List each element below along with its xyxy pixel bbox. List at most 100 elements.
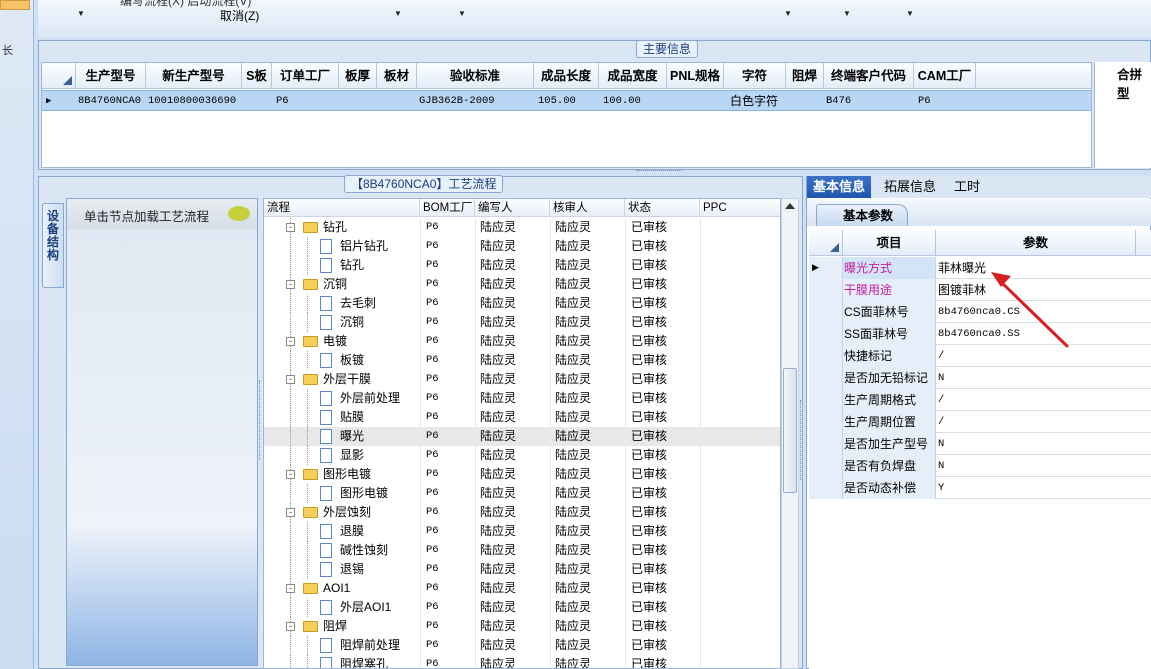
tree-row[interactable]: 贴膜 P6 陆应灵 陆应灵 已审核 — [264, 408, 780, 427]
row-header[interactable] — [809, 301, 843, 323]
column-header[interactable]: 项目 — [843, 230, 936, 256]
column-header[interactable]: 订单工厂 — [272, 63, 339, 89]
column-header[interactable]: 终端客户代码 — [824, 63, 914, 89]
row-header[interactable] — [809, 323, 843, 345]
table-cell[interactable]: P6 — [274, 91, 289, 111]
collapse-icon[interactable]: - — [286, 280, 295, 289]
tab-extended-info[interactable]: 拓展信息 — [878, 176, 942, 198]
cancel-button[interactable]: 取消(Z) — [220, 7, 259, 24]
table-cell[interactable] — [242, 91, 244, 111]
tree-row[interactable]: 去毛刺 P6 陆应灵 陆应灵 已审核 — [264, 294, 780, 313]
tree-row[interactable]: 铝片钻孔 P6 陆应灵 陆应灵 已审核 — [264, 237, 780, 256]
column-header[interactable]: 板材 — [377, 63, 417, 89]
param-row[interactable]: ▶ 曝光方式 菲林曝光 — [809, 257, 1151, 279]
tree-row[interactable]: 阻焊塞孔 P6 陆应灵 陆应灵 已审核 — [264, 655, 780, 668]
row-header[interactable] — [809, 433, 843, 455]
tab-work-hours[interactable]: 工时 — [948, 176, 986, 198]
dropdown-arrow-icon[interactable]: ▼ — [784, 9, 792, 18]
row-header[interactable] — [809, 367, 843, 389]
dropdown-arrow-icon[interactable]: ▼ — [394, 9, 402, 18]
tree-row[interactable]: - 钻孔 P6 陆应灵 陆应灵 已审核 — [264, 218, 780, 237]
tree-row[interactable]: 退锡 P6 陆应灵 陆应灵 已审核 — [264, 560, 780, 579]
param-value[interactable]: N — [936, 433, 1136, 455]
row-header[interactable] — [809, 477, 843, 499]
column-header[interactable]: 成品宽度 — [599, 63, 667, 89]
table-cell[interactable]: P6 — [916, 91, 931, 111]
dropdown-arrow-icon[interactable]: ▼ — [77, 9, 85, 18]
tree-row[interactable]: - 图形电镀 P6 陆应灵 陆应灵 已审核 — [264, 465, 780, 484]
row-header[interactable] — [809, 345, 843, 367]
column-header[interactable]: PPC — [700, 199, 780, 217]
collapse-icon[interactable]: - — [286, 508, 295, 517]
column-header[interactable]: 参数 — [936, 230, 1136, 256]
column-header[interactable]: 核审人 — [550, 199, 625, 217]
tree-row[interactable]: 退膜 P6 陆应灵 陆应灵 已审核 — [264, 522, 780, 541]
row-header[interactable] — [809, 411, 843, 433]
tree-row[interactable]: 阻焊前处理 P6 陆应灵 陆应灵 已审核 — [264, 636, 780, 655]
row-header[interactable] — [809, 389, 843, 411]
collapse-icon[interactable]: - — [286, 337, 295, 346]
table-cell[interactable] — [667, 91, 669, 111]
column-header[interactable]: 阻焊 — [786, 63, 824, 89]
tree-row[interactable]: 曝光 P6 陆应灵 陆应灵 已审核 — [264, 427, 780, 446]
table-cell[interactable]: GJB362B-2009 — [417, 91, 495, 111]
table-cell[interactable] — [786, 91, 788, 111]
tree-row[interactable]: 外层AOI1 P6 陆应灵 陆应灵 已审核 — [264, 598, 780, 617]
param-value[interactable]: / — [936, 411, 1136, 433]
tree-row[interactable]: 钻孔 P6 陆应灵 陆应灵 已审核 — [264, 256, 780, 275]
column-header[interactable]: 状态 — [625, 199, 700, 217]
tree-row[interactable]: 碱性蚀刻 P6 陆应灵 陆应灵 已审核 — [264, 541, 780, 560]
scrollbar-thumb[interactable] — [783, 368, 797, 493]
collapse-icon[interactable]: - — [286, 470, 295, 479]
column-header[interactable]: PNL规格 — [667, 63, 724, 89]
table-cell[interactable]: 10010800036690 — [146, 91, 236, 111]
param-row[interactable]: 是否有负焊盘 N — [809, 455, 1151, 477]
collapse-icon[interactable]: - — [286, 223, 295, 232]
table-cell[interactable]: 白色字符 — [728, 91, 778, 111]
dropdown-arrow-icon[interactable]: ▼ — [906, 9, 914, 18]
table-cell[interactable] — [377, 91, 379, 111]
param-row[interactable]: 生产周期格式 / — [809, 389, 1151, 411]
table-cell[interactable]: B476 — [824, 91, 851, 111]
tree-row[interactable]: - AOI1 P6 陆应灵 陆应灵 已审核 — [264, 579, 780, 598]
column-header[interactable]: CAM工厂 — [914, 63, 976, 89]
tree-row[interactable]: - 阻焊 P6 陆应灵 陆应灵 已审核 — [264, 617, 780, 636]
tree-row[interactable]: - 外层干膜 P6 陆应灵 陆应灵 已审核 — [264, 370, 780, 389]
param-row[interactable]: 干膜用途 图镀菲林 — [809, 279, 1151, 301]
row-header[interactable] — [809, 455, 843, 477]
dropdown-arrow-icon[interactable]: ▼ — [458, 9, 466, 18]
tree-row[interactable]: - 电镀 P6 陆应灵 陆应灵 已审核 — [264, 332, 780, 351]
tree-row[interactable]: 板镀 P6 陆应灵 陆应灵 已审核 — [264, 351, 780, 370]
tab-basic-info[interactable]: 基本信息 — [807, 176, 872, 198]
row-header[interactable] — [809, 279, 843, 301]
tree-row[interactable]: - 沉铜 P6 陆应灵 陆应灵 已审核 — [264, 275, 780, 294]
column-header[interactable]: 字符 — [724, 63, 786, 89]
splitter-handle[interactable] — [636, 170, 682, 173]
param-row[interactable]: 是否加生产型号 N — [809, 433, 1151, 455]
param-row[interactable]: 生产周期位置 / — [809, 411, 1151, 433]
param-row[interactable]: 是否动态补偿 Y — [809, 477, 1151, 499]
column-header[interactable]: 流程 — [264, 199, 420, 217]
param-value[interactable]: N — [936, 455, 1136, 477]
collapse-icon[interactable]: - — [286, 584, 295, 593]
column-header[interactable]: 新生产型号 — [146, 63, 242, 89]
param-value[interactable]: N — [936, 367, 1136, 389]
param-row[interactable]: 快捷标记 / — [809, 345, 1151, 367]
tree-row[interactable]: 沉铜 P6 陆应灵 陆应灵 已审核 — [264, 313, 780, 332]
splitter-handle[interactable] — [800, 400, 805, 480]
param-value[interactable]: Y — [936, 477, 1136, 499]
column-header[interactable]: BOM工厂 — [420, 199, 475, 217]
row-header[interactable]: ▶ — [809, 257, 843, 279]
column-header[interactable]: 编写人 — [475, 199, 550, 217]
column-header[interactable]: 验收标准 — [417, 63, 534, 89]
table-cell[interactable]: 8B4760NCA0 — [76, 91, 141, 111]
param-row[interactable]: SS面菲林号 8b4760nca0.SS — [809, 323, 1151, 345]
column-header[interactable]: 生产型号 — [76, 63, 146, 89]
table-cell[interactable]: 105.00 — [536, 91, 576, 111]
collapse-icon[interactable]: - — [286, 622, 295, 631]
tree-row[interactable]: 图形电镀 P6 陆应灵 陆应灵 已审核 — [264, 484, 780, 503]
tree-row[interactable]: - 外层蚀刻 P6 陆应灵 陆应灵 已审核 — [264, 503, 780, 522]
column-header[interactable]: S板 — [242, 63, 272, 89]
table-cell[interactable] — [339, 91, 341, 111]
collapse-icon[interactable]: - — [286, 375, 295, 384]
